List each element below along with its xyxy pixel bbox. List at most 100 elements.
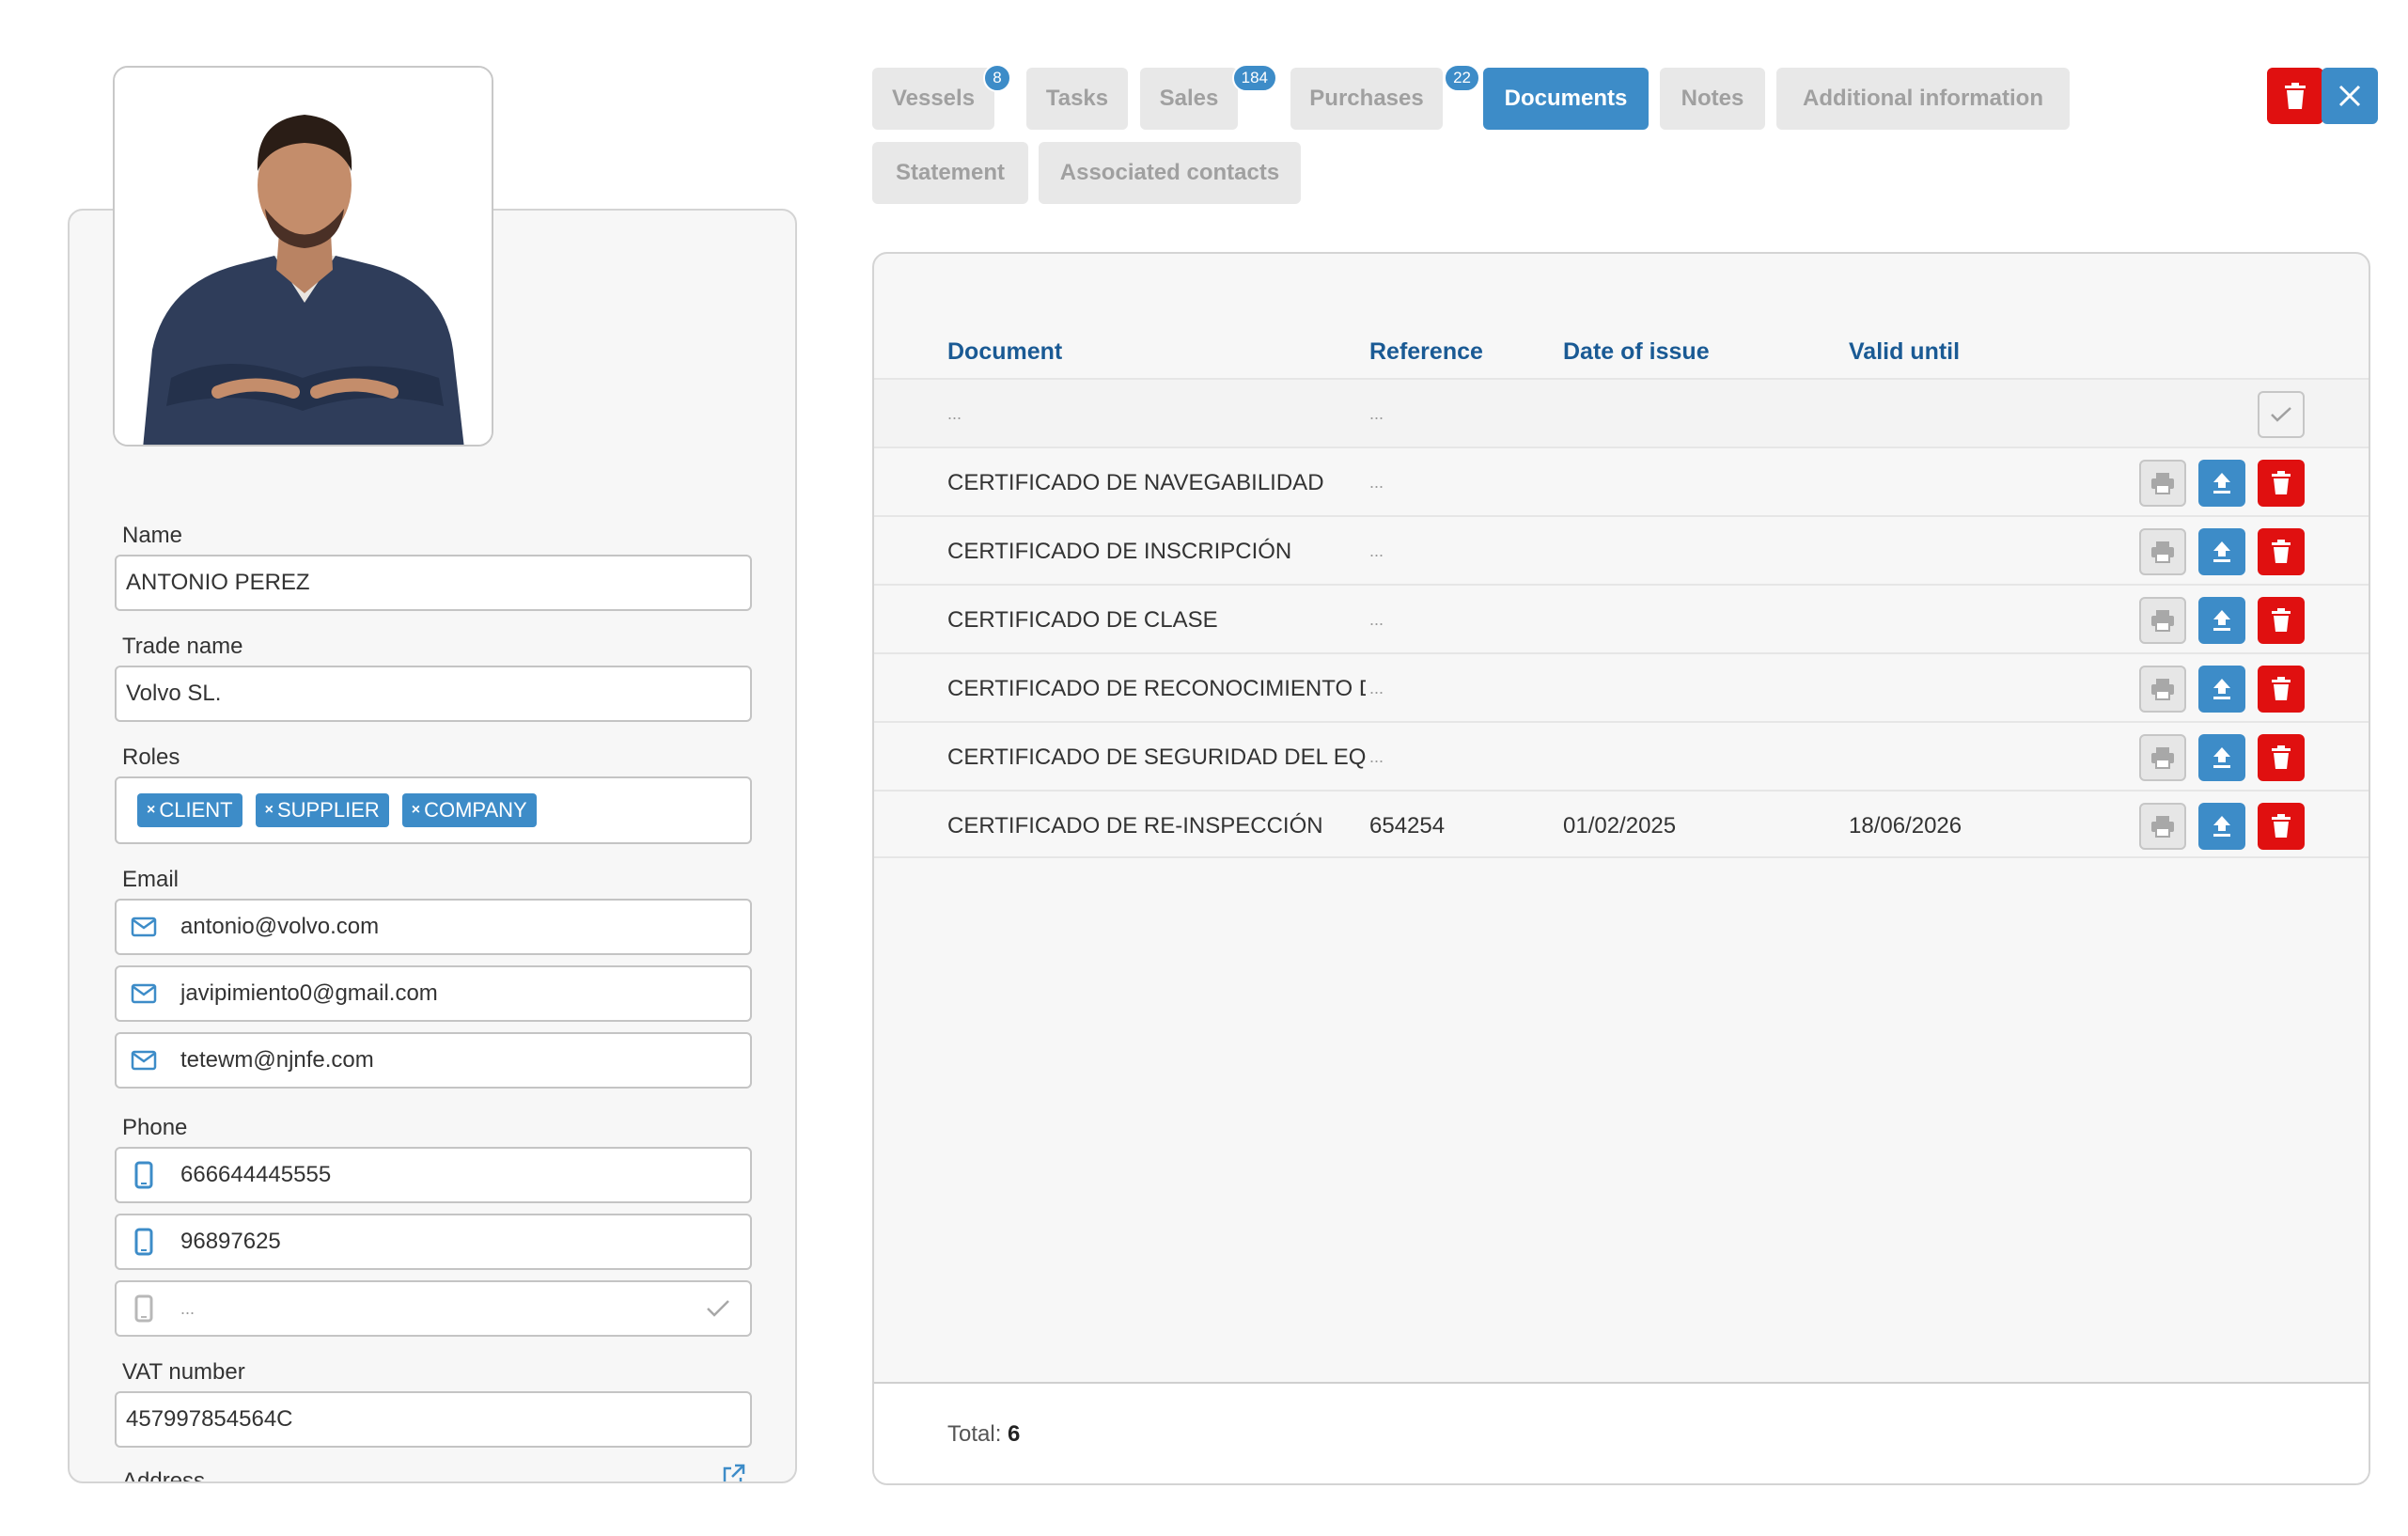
tab-documents[interactable]: Documents bbox=[1483, 68, 1649, 130]
tab-statement[interactable]: Statement bbox=[872, 142, 1028, 204]
trash-icon bbox=[2272, 608, 2291, 632]
trash-icon bbox=[2285, 83, 2306, 109]
trade-name-field[interactable]: Volvo SL. bbox=[115, 666, 752, 722]
role-tag-client[interactable]: × CLIENT bbox=[137, 793, 242, 827]
header-reference[interactable]: Reference bbox=[1369, 338, 1483, 366]
roles-label: Roles bbox=[122, 744, 180, 770]
close-button[interactable] bbox=[2322, 68, 2378, 124]
tab-vessels[interactable]: Vessels 8 bbox=[872, 64, 1011, 130]
print-button[interactable] bbox=[2139, 666, 2186, 713]
delete-document-button[interactable] bbox=[2258, 666, 2305, 713]
print-button[interactable] bbox=[2139, 734, 2186, 781]
document-valid-until bbox=[1849, 654, 2112, 723]
vat-field[interactable]: 457997854564C bbox=[115, 1391, 752, 1448]
email-icon bbox=[128, 913, 160, 941]
header-document[interactable]: Document bbox=[947, 338, 1062, 366]
vat-label: VAT number bbox=[122, 1359, 245, 1385]
print-icon bbox=[2151, 473, 2174, 494]
document-reference: ... bbox=[1369, 679, 1384, 697]
remove-tag-icon[interactable]: × bbox=[412, 802, 420, 819]
trash-icon bbox=[2272, 471, 2291, 494]
document-name: CERTIFICADO DE RECONOCIMIENTO DE bbox=[947, 675, 1366, 701]
table-row[interactable]: CERTIFICADO DE RE-INSPECCIÓN 654254 01/0… bbox=[874, 790, 2369, 858]
phone-field-1[interactable]: 666644445555 bbox=[115, 1147, 752, 1203]
delete-document-button[interactable] bbox=[2258, 528, 2305, 575]
print-icon bbox=[2151, 610, 2174, 632]
upload-icon bbox=[2213, 541, 2230, 562]
delete-document-button[interactable] bbox=[2258, 597, 2305, 644]
email-icon bbox=[128, 1046, 160, 1074]
check-icon[interactable] bbox=[699, 1299, 737, 1318]
tab-associated-contacts[interactable]: Associated contacts bbox=[1039, 142, 1301, 204]
print-button[interactable] bbox=[2139, 528, 2186, 575]
roles-field[interactable]: × CLIENT × SUPPLIER × COMPANY bbox=[115, 776, 752, 844]
upload-button[interactable] bbox=[2198, 803, 2245, 850]
upload-button[interactable] bbox=[2198, 734, 2245, 781]
header-date-of-issue[interactable]: Date of issue bbox=[1563, 338, 1710, 366]
print-icon bbox=[2151, 747, 2174, 769]
email-field-3[interactable]: tetewm@njnfe.com bbox=[115, 1032, 752, 1089]
documents-panel: Document Reference Date of issue Valid u… bbox=[872, 252, 2370, 1485]
delete-document-button[interactable] bbox=[2258, 460, 2305, 507]
name-value: ANTONIO PEREZ bbox=[126, 570, 310, 595]
documents-total-count: 6 bbox=[1008, 1421, 1021, 1447]
new-document-input[interactable]: ... bbox=[947, 380, 1366, 448]
document-reference: ... bbox=[1369, 473, 1384, 492]
upload-button[interactable] bbox=[2198, 460, 2245, 507]
check-icon bbox=[2271, 407, 2291, 422]
upload-icon bbox=[2213, 679, 2230, 699]
external-link-icon[interactable] bbox=[722, 1463, 746, 1481]
role-tag-supplier[interactable]: × SUPPLIER bbox=[255, 793, 389, 827]
purchases-count-badge: 22 bbox=[1444, 64, 1480, 92]
vessels-count-badge: 8 bbox=[983, 64, 1011, 92]
phone-field-new[interactable]: ... bbox=[115, 1280, 752, 1337]
documents-footer: Total: 6 bbox=[874, 1382, 2369, 1483]
print-button[interactable] bbox=[2139, 460, 2186, 507]
print-button[interactable] bbox=[2139, 597, 2186, 644]
header-valid-until[interactable]: Valid until bbox=[1849, 338, 1960, 366]
upload-button[interactable] bbox=[2198, 666, 2245, 713]
tab-sales[interactable]: Sales 184 bbox=[1140, 64, 1277, 130]
email-field-1[interactable]: antonio@volvo.com bbox=[115, 899, 752, 955]
contact-avatar[interactable] bbox=[113, 66, 493, 447]
email-icon bbox=[128, 980, 160, 1008]
name-field[interactable]: ANTONIO PEREZ bbox=[115, 555, 752, 611]
document-valid-until bbox=[1849, 517, 2112, 586]
phone-value: 666644445555 bbox=[180, 1162, 332, 1187]
table-row[interactable]: CERTIFICADO DE CLASE ... bbox=[874, 584, 2369, 652]
role-tag-company[interactable]: × COMPANY bbox=[401, 793, 537, 827]
document-name: CERTIFICADO DE NAVEGABILIDAD bbox=[947, 469, 1324, 495]
delete-document-button[interactable] bbox=[2258, 734, 2305, 781]
table-row[interactable]: CERTIFICADO DE RECONOCIMIENTO DE ... bbox=[874, 652, 2369, 721]
print-icon bbox=[2151, 679, 2174, 700]
tab-additional-information[interactable]: Additional information bbox=[1776, 68, 2070, 130]
print-icon bbox=[2151, 541, 2174, 563]
upload-button[interactable] bbox=[2198, 597, 2245, 644]
vat-value: 457997854564C bbox=[126, 1406, 293, 1432]
document-name: CERTIFICADO DE RE-INSPECCIÓN bbox=[947, 812, 1323, 839]
close-icon bbox=[2338, 85, 2361, 107]
email-field-2[interactable]: javipimiento0@gmail.com bbox=[115, 965, 752, 1022]
document-date bbox=[1563, 517, 1826, 586]
trade-name-label: Trade name bbox=[122, 634, 243, 659]
tab-purchases[interactable]: Purchases 22 bbox=[1290, 64, 1480, 130]
new-document-row[interactable]: ... ... bbox=[874, 378, 2369, 447]
document-reference: ... bbox=[1369, 541, 1384, 560]
print-button[interactable] bbox=[2139, 803, 2186, 850]
tab-notes[interactable]: Notes bbox=[1660, 68, 1765, 130]
remove-tag-icon[interactable]: × bbox=[265, 802, 274, 819]
phone-value: 96897625 bbox=[180, 1229, 281, 1254]
print-icon bbox=[2151, 816, 2174, 838]
upload-button[interactable] bbox=[2198, 528, 2245, 575]
table-row[interactable]: CERTIFICADO DE NAVEGABILIDAD ... bbox=[874, 447, 2369, 515]
delete-contact-button[interactable] bbox=[2267, 68, 2323, 124]
remove-tag-icon[interactable]: × bbox=[147, 802, 155, 819]
table-row[interactable]: CERTIFICADO DE SEGURIDAD DEL EQUI ... bbox=[874, 721, 2369, 790]
tab-tasks[interactable]: Tasks bbox=[1026, 68, 1128, 130]
new-reference-input[interactable]: ... bbox=[1369, 380, 1548, 448]
confirm-new-document-button[interactable] bbox=[2258, 391, 2305, 438]
delete-document-button[interactable] bbox=[2258, 803, 2305, 850]
table-row[interactable]: CERTIFICADO DE INSCRIPCIÓN ... bbox=[874, 515, 2369, 584]
documents-total: Total: 6 bbox=[947, 1421, 1021, 1447]
phone-field-2[interactable]: 96897625 bbox=[115, 1214, 752, 1270]
